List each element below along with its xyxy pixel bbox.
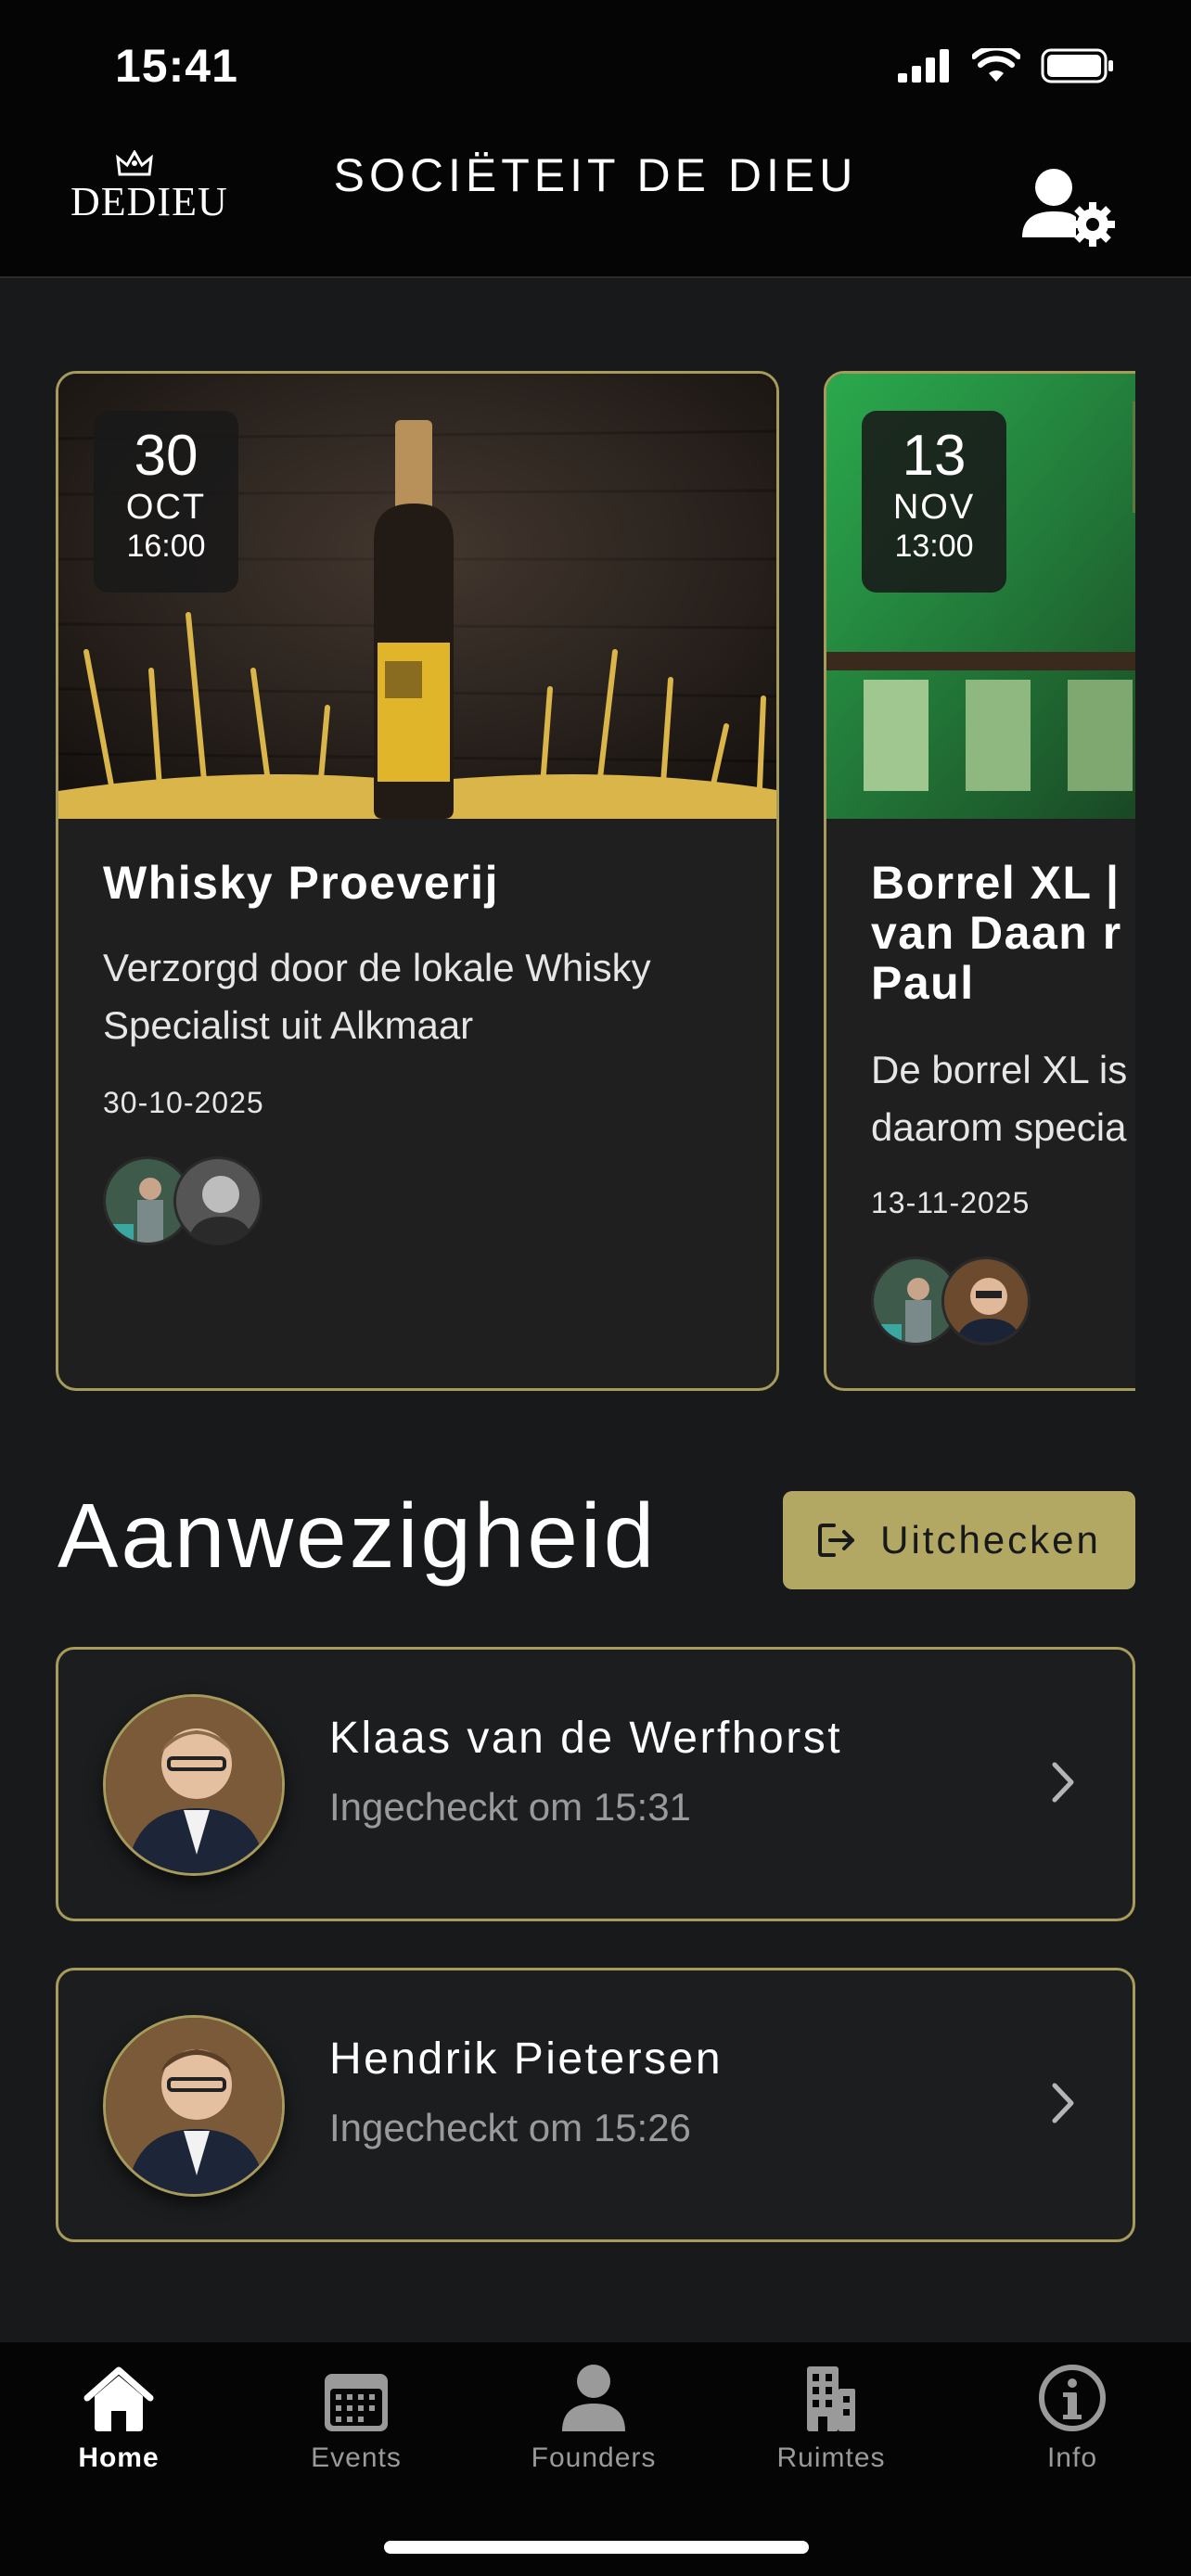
tab-founders[interactable]: Founders bbox=[475, 2361, 712, 2474]
event-card[interactable]: 13 NOV 13:00 Borrel XL | van Daan r Paul… bbox=[824, 371, 1135, 1391]
avatar bbox=[941, 1256, 1031, 1345]
event-attendees bbox=[103, 1156, 288, 1245]
date-badge: 13 NOV 13:00 bbox=[862, 411, 1006, 593]
person-name: Hendrik Pietersen bbox=[329, 2034, 724, 2084]
tab-label: Events bbox=[311, 2442, 402, 2473]
date-badge: 30 OCT 16:00 bbox=[94, 411, 238, 593]
date-day: 30 bbox=[134, 424, 198, 488]
event-card[interactable]: 30 OCT 16:00 Whisky Proeverij Verzorgd d… bbox=[56, 371, 779, 1391]
avatar bbox=[103, 1694, 285, 1876]
date-day: 13 bbox=[902, 424, 967, 488]
signal-icon bbox=[898, 49, 949, 83]
date-time: 13:00 bbox=[894, 529, 974, 564]
avatar bbox=[103, 2015, 285, 2197]
battery-icon bbox=[1041, 48, 1113, 83]
checkin-status: Ingecheckt om 15:31 bbox=[329, 1785, 691, 1829]
calendar-icon bbox=[325, 2374, 388, 2431]
app-title: SOCIËTEIT DE DIEU bbox=[333, 149, 858, 201]
presence-card[interactable]: Hendrik Pietersen Ingecheckt om 15:26 bbox=[56, 1968, 1135, 2242]
event-date: 30-10-2025 bbox=[103, 1086, 264, 1119]
presence-card[interactable]: Klaas van de Werfhorst Ingecheckt om 15:… bbox=[56, 1647, 1135, 1921]
event-title: Whisky Proeverij bbox=[103, 857, 499, 909]
event-description: De borrel XL is daarom specia bbox=[871, 1048, 1128, 1149]
tab-home[interactable]: Home bbox=[0, 2361, 237, 2474]
person-icon bbox=[562, 2365, 625, 2431]
chevron-right-icon bbox=[1052, 1762, 1074, 1803]
wifi-icon bbox=[972, 48, 1020, 82]
logout-icon bbox=[818, 1524, 855, 1557]
events-carousel[interactable]: 30 OCT 16:00 Whisky Proeverij Verzorgd d… bbox=[0, 371, 1135, 1391]
home-indicator[interactable] bbox=[384, 2541, 809, 2554]
event-date: 13-11-2025 bbox=[871, 1186, 1031, 1219]
avatar bbox=[173, 1156, 263, 1245]
tab-info[interactable]: Info bbox=[954, 2361, 1191, 2474]
event-description: Verzorgd door de lokale Whisky Specialis… bbox=[103, 946, 651, 1047]
event-title: Borrel XL | van Daan r Paul bbox=[871, 857, 1122, 1009]
top-bar: 15:41 DEDIEU SOCIËTEIT DE DIEU bbox=[0, 0, 1191, 278]
checkout-button[interactable]: Uitchecken bbox=[783, 1491, 1135, 1589]
person-name: Klaas van de Werfhorst bbox=[329, 1714, 843, 1763]
date-month: NOV bbox=[892, 488, 976, 527]
tab-label: Info bbox=[1046, 2442, 1098, 2473]
event-attendees bbox=[871, 1256, 1057, 1345]
info-icon bbox=[1039, 2365, 1106, 2431]
status-icons bbox=[898, 48, 1115, 83]
tab-events[interactable]: Events bbox=[237, 2361, 475, 2474]
checkin-status: Ingecheckt om 15:26 bbox=[329, 2106, 691, 2149]
status-time: 15:41 bbox=[115, 40, 238, 92]
tab-label: Founders bbox=[531, 2442, 657, 2473]
presence-title: Aanwezigheid bbox=[58, 1485, 658, 1587]
tab-label: Home bbox=[78, 2442, 160, 2473]
profile-settings-icon[interactable] bbox=[1022, 165, 1115, 249]
date-time: 16:00 bbox=[126, 529, 206, 564]
building-icon bbox=[807, 2366, 855, 2431]
tab-label: Ruimtes bbox=[776, 2442, 886, 2473]
tab-ruimtes[interactable]: Ruimtes bbox=[712, 2361, 950, 2474]
checkout-label: Uitchecken bbox=[880, 1518, 1101, 1562]
home-icon bbox=[83, 2366, 154, 2431]
chevron-right-icon bbox=[1052, 2083, 1074, 2123]
date-month: OCT bbox=[125, 488, 207, 527]
